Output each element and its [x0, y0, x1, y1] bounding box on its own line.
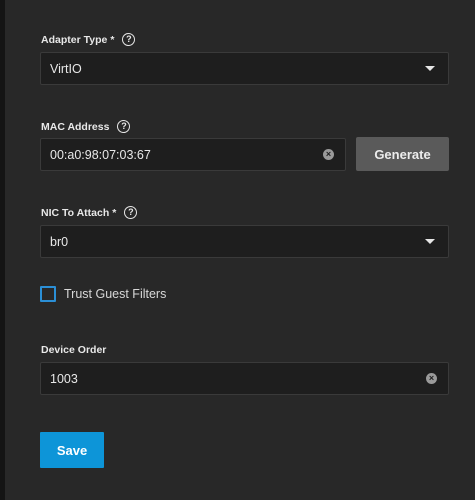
- clear-icon[interactable]: ×: [426, 373, 437, 384]
- nic-to-attach-select[interactable]: br0: [40, 225, 449, 258]
- required-mark: *: [112, 206, 117, 219]
- adapter-type-label-text: Adapter Type: [41, 33, 108, 46]
- mac-address-label-text: MAC Address: [41, 120, 110, 133]
- nic-to-attach-label-text: NIC To Attach: [41, 206, 110, 219]
- required-mark: *: [110, 33, 115, 46]
- adapter-type-label: Adapter Type * ?: [41, 33, 136, 46]
- help-circle-icon[interactable]: ?: [122, 33, 136, 46]
- help-circle-icon[interactable]: ?: [124, 206, 138, 219]
- trust-guest-filters-checkbox[interactable]: [40, 286, 56, 302]
- mac-address-input[interactable]: 00:a0:98:07:03:67 ×: [40, 138, 346, 171]
- trust-guest-filters-row[interactable]: Trust Guest Filters: [40, 286, 166, 302]
- mac-address-value: 00:a0:98:07:03:67: [50, 147, 151, 162]
- chevron-down-icon[interactable]: [425, 239, 435, 244]
- device-order-label-text: Device Order: [41, 344, 107, 356]
- adapter-type-value: VirtIO: [50, 61, 82, 76]
- mac-address-label: MAC Address ?: [41, 120, 131, 133]
- adapter-type-select[interactable]: VirtIO: [40, 52, 449, 85]
- nic-to-attach-value: br0: [50, 234, 69, 249]
- clear-icon[interactable]: ×: [323, 149, 334, 160]
- device-order-label: Device Order: [41, 344, 106, 356]
- device-order-value: 1003: [50, 371, 78, 386]
- trust-guest-filters-label[interactable]: Trust Guest Filters: [64, 287, 166, 301]
- help-circle-icon[interactable]: ?: [117, 120, 131, 133]
- device-order-input[interactable]: 1003 ×: [40, 362, 449, 395]
- nic-to-attach-label: NIC To Attach * ?: [41, 206, 138, 219]
- generate-button[interactable]: Generate: [356, 137, 449, 171]
- save-button[interactable]: Save: [40, 432, 104, 468]
- chevron-down-icon[interactable]: [425, 66, 435, 71]
